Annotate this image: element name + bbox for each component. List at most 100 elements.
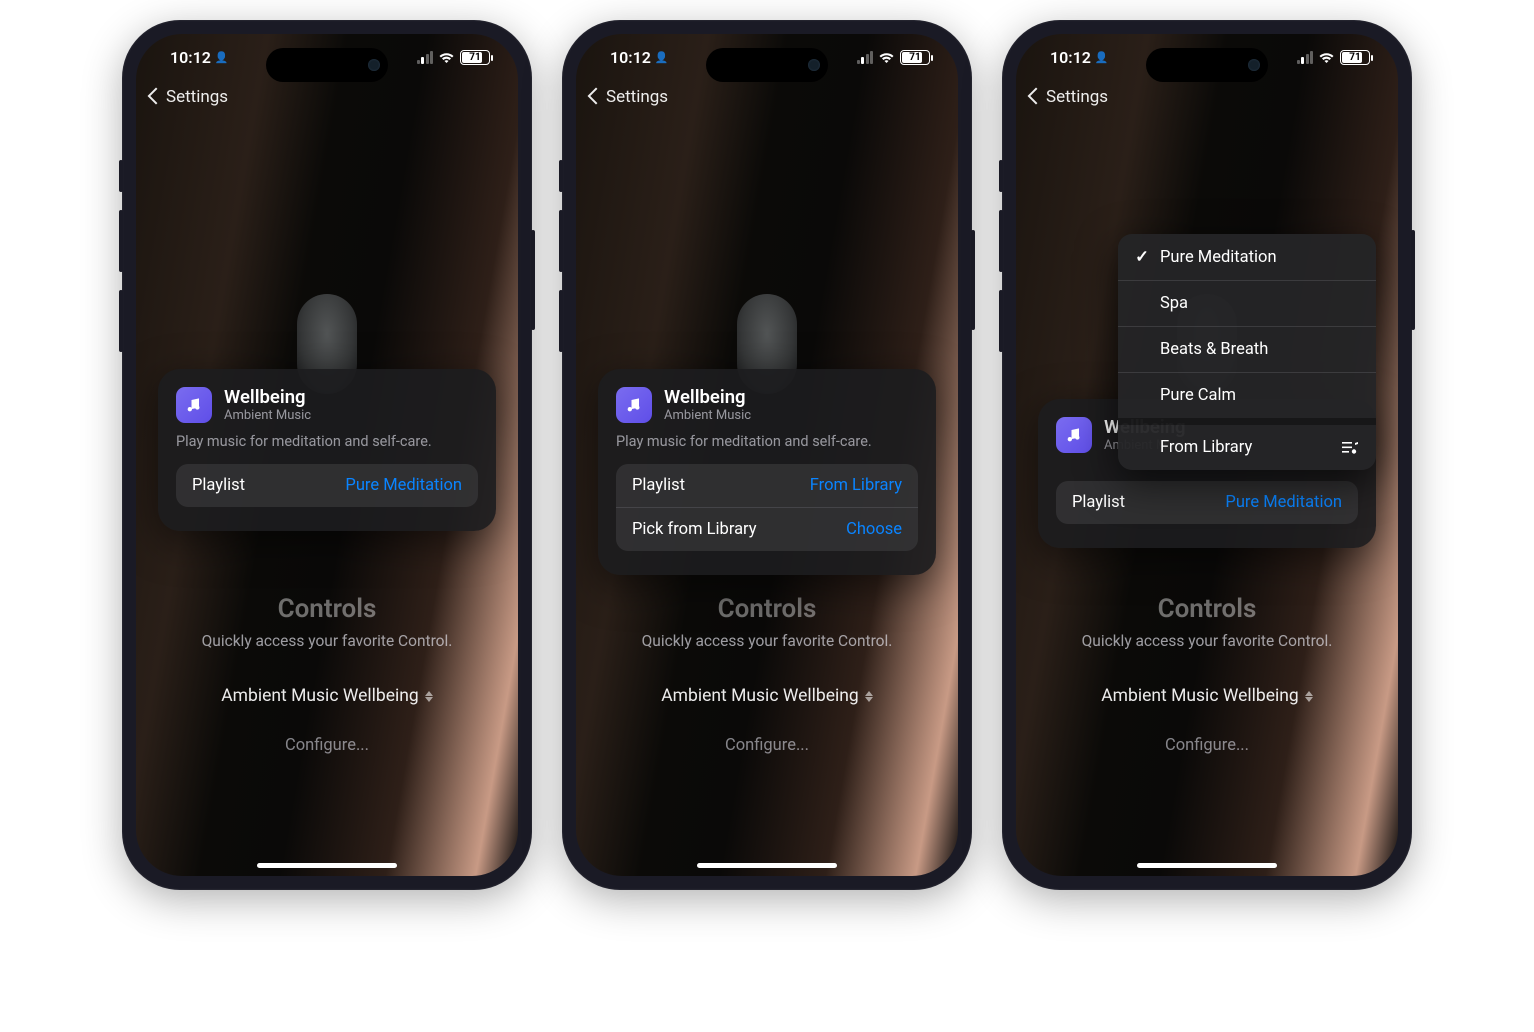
card-subtitle: Ambient Music (664, 408, 751, 423)
wellbeing-app-icon (1056, 417, 1092, 453)
control-picker[interactable]: Ambient Music Wellbeing (661, 686, 872, 706)
cell-signal-icon (417, 51, 434, 64)
picker-label: Ambient Music Wellbeing (661, 686, 858, 706)
menu-item-spa[interactable]: Spa (1118, 280, 1376, 326)
card-description: Play music for meditation and self-care. (176, 433, 478, 450)
playlist-value: Pure Meditation (345, 476, 462, 495)
playlist-group: Playlist Pure Meditation (176, 464, 478, 507)
chevron-left-icon (150, 87, 162, 107)
configure-button[interactable]: Configure... (576, 736, 958, 755)
configure-button[interactable]: Configure... (136, 736, 518, 755)
chevron-left-icon (590, 87, 602, 107)
volume-up[interactable] (999, 210, 1003, 272)
menu-item-pure-calm[interactable]: Pure Calm (1118, 372, 1376, 418)
playlist-row[interactable]: Playlist From Library (616, 464, 918, 507)
person-icon: 👤 (215, 51, 229, 64)
playlist-row[interactable]: Playlist Pure Meditation (176, 464, 478, 507)
updown-icon (1305, 691, 1313, 702)
back-label: Settings (1046, 87, 1108, 107)
menu-label: Pure Calm (1160, 386, 1236, 405)
bottom-section: Controls Quickly access your favorite Co… (1016, 594, 1398, 755)
side-button[interactable] (531, 230, 535, 330)
pick-label: Pick from Library (632, 520, 757, 539)
phone-frame: 10:12 👤 71 Settings Wellbeing Ambient Mu (122, 20, 532, 890)
volume-up[interactable] (119, 210, 123, 272)
controls-title: Controls (136, 594, 518, 624)
dynamic-island (1146, 48, 1268, 82)
battery-icon: 71 (1340, 50, 1370, 65)
volume-down[interactable] (559, 290, 563, 352)
playlist-menu: ✓ Pure Meditation Spa Beats & Breath Pur… (1118, 234, 1376, 470)
chevron-left-icon (1030, 87, 1042, 107)
card-subtitle: Ambient Music (224, 408, 311, 423)
wellbeing-card: Wellbeing Ambient Music Play music for m… (158, 369, 496, 531)
playlist-label: Playlist (632, 476, 685, 495)
volume-down[interactable] (999, 290, 1003, 352)
cell-signal-icon (857, 51, 874, 64)
playlist-group: Playlist From Library Pick from Library … (616, 464, 918, 551)
home-indicator[interactable] (697, 863, 837, 868)
side-button[interactable] (971, 230, 975, 330)
controls-title: Controls (1016, 594, 1398, 624)
playlist-group: Playlist Pure Meditation (1056, 481, 1358, 524)
home-indicator[interactable] (257, 863, 397, 868)
menu-label: From Library (1160, 438, 1252, 457)
clock: 10:12 (170, 48, 211, 67)
battery-icon: 71 (460, 50, 490, 65)
wifi-icon (1318, 51, 1335, 64)
controls-hint: Quickly access your favorite Control. (576, 632, 958, 650)
dynamic-island (706, 48, 828, 82)
updown-icon (865, 691, 873, 702)
screen: 10:12 👤 71 Settings Wellbeing Ambient Mu (1016, 34, 1398, 876)
playlist-value: Pure Meditation (1225, 493, 1342, 512)
cell-signal-icon (1297, 51, 1314, 64)
home-indicator[interactable] (1137, 863, 1277, 868)
menu-item-pure-meditation[interactable]: ✓ Pure Meditation (1118, 234, 1376, 280)
wellbeing-card: Wellbeing Ambient Music Play music for m… (598, 369, 936, 575)
battery-icon: 71 (900, 50, 930, 65)
card-title: Wellbeing (664, 387, 751, 408)
back-label: Settings (166, 87, 228, 107)
playlist-label: Playlist (192, 476, 245, 495)
clock: 10:12 (610, 48, 651, 67)
phone-frame: 10:12 👤 71 Settings Wellbeing Ambient Mu (562, 20, 972, 890)
silent-switch[interactable] (559, 160, 563, 192)
menu-item-beats-breath[interactable]: Beats & Breath (1118, 326, 1376, 372)
menu-item-from-library[interactable]: From Library (1118, 425, 1376, 470)
person-icon: 👤 (1095, 51, 1109, 64)
screen: 10:12 👤 71 Settings Wellbeing Ambient Mu (136, 34, 518, 876)
side-button[interactable] (1411, 230, 1415, 330)
updown-icon (425, 691, 433, 702)
bottom-section: Controls Quickly access your favorite Co… (136, 594, 518, 755)
silent-switch[interactable] (999, 160, 1003, 192)
clock: 10:12 (1050, 48, 1091, 67)
library-icon (1342, 441, 1360, 455)
pick-row[interactable]: Pick from Library Choose (616, 507, 918, 551)
controls-hint: Quickly access your favorite Control. (136, 632, 518, 650)
configure-button[interactable]: Configure... (1016, 736, 1398, 755)
menu-label: Spa (1160, 294, 1188, 313)
bottom-section: Controls Quickly access your favorite Co… (576, 594, 958, 755)
playlist-label: Playlist (1072, 493, 1125, 512)
controls-title: Controls (576, 594, 958, 624)
volume-up[interactable] (559, 210, 563, 272)
picker-label: Ambient Music Wellbeing (1101, 686, 1298, 706)
controls-hint: Quickly access your favorite Control. (1016, 632, 1398, 650)
silent-switch[interactable] (119, 160, 123, 192)
choose-button[interactable]: Choose (846, 520, 902, 539)
menu-label: Beats & Breath (1160, 340, 1268, 359)
card-description: Play music for meditation and self-care. (616, 433, 918, 450)
playlist-row[interactable]: Playlist Pure Meditation (1056, 481, 1358, 524)
control-picker[interactable]: Ambient Music Wellbeing (1101, 686, 1312, 706)
back-label: Settings (606, 87, 668, 107)
dynamic-island (266, 48, 388, 82)
menu-separator (1118, 418, 1376, 425)
screen: 10:12 👤 71 Settings Wellbeing Ambient Mu (576, 34, 958, 876)
check-icon: ✓ (1134, 247, 1150, 267)
volume-down[interactable] (119, 290, 123, 352)
wellbeing-app-icon (616, 387, 652, 423)
menu-label: Pure Meditation (1160, 248, 1277, 267)
picker-label: Ambient Music Wellbeing (221, 686, 418, 706)
phone-frame: 10:12 👤 71 Settings Wellbeing Ambient Mu (1002, 20, 1412, 890)
control-picker[interactable]: Ambient Music Wellbeing (221, 686, 432, 706)
